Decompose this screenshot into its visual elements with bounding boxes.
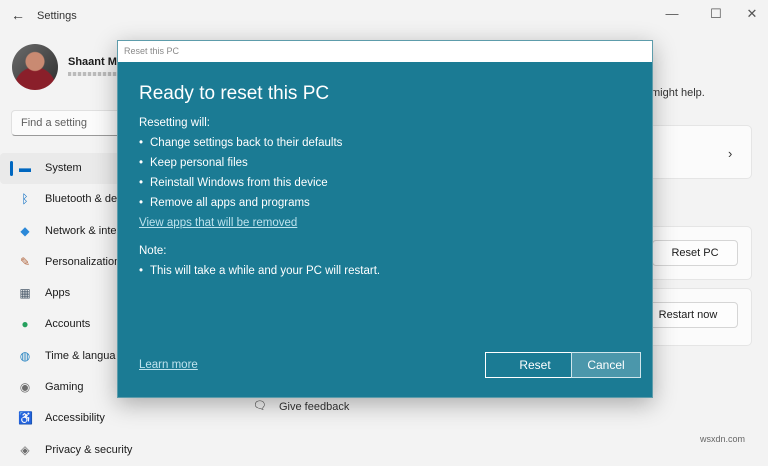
sidebar-item-bluetooth[interactable]: ᛒ Bluetooth & de: [0, 184, 130, 215]
sidebar-item-system[interactable]: ▬ System: [0, 153, 130, 185]
sidebar-item-label: Accessibility: [45, 412, 105, 425]
brush-icon: ✎: [19, 254, 31, 269]
user-name: Shaant M: [68, 56, 117, 68]
back-arrow-icon[interactable]: ←: [10, 7, 26, 23]
view-apps-link[interactable]: View apps that will be removed: [139, 217, 297, 229]
reset-button[interactable]: Reset: [485, 352, 585, 378]
minimize-icon[interactable]: —: [660, 4, 684, 24]
give-feedback-label: Give feedback: [279, 401, 350, 413]
sidebar-item-personalization[interactable]: ✎ Personalization: [0, 247, 130, 278]
note-bullet: • This will take a while and your PC will…: [139, 265, 381, 277]
resetting-will-label: Resetting will:: [139, 117, 210, 129]
feedback-icon: 🗨: [253, 400, 267, 412]
watermark: wsxdn.com: [700, 434, 746, 444]
bullet-item: • Reinstall Windows from this device: [139, 177, 328, 189]
avatar: [12, 44, 58, 90]
sidebar-item-label: System: [45, 162, 82, 174]
maximize-icon[interactable]: ☐: [704, 4, 728, 24]
sidebar-item-label: Personalization: [45, 255, 121, 268]
chevron-right-icon: ›: [728, 146, 733, 161]
sidebar-item-label: Accounts: [45, 318, 91, 331]
reset-pc-button[interactable]: Reset PC: [652, 240, 738, 266]
apps-icon: ▦: [19, 286, 31, 301]
sidebar-item-network[interactable]: ◆ Network & inte: [0, 216, 130, 247]
help-text: might help.: [651, 87, 705, 99]
shield-icon: ◈: [20, 442, 30, 457]
search-placeholder: Find a setting: [21, 117, 88, 129]
dialog-title: Reset this PC: [124, 46, 180, 56]
wifi-icon: ◆: [20, 223, 30, 238]
bullet-item: • Remove all apps and programs: [139, 197, 310, 209]
sidebar-item-label: Network & inte: [45, 224, 117, 237]
sidebar-nav: ▬ System ᛒ Bluetooth & de ◆ Network & in…: [0, 153, 133, 466]
sidebar-item-gaming[interactable]: ◉ Gaming: [0, 372, 130, 403]
monitor-icon: ▬: [19, 161, 31, 175]
person-icon: ●: [21, 317, 29, 332]
app-title: Settings: [37, 10, 77, 22]
restart-now-button[interactable]: Restart now: [638, 302, 738, 328]
learn-more-link[interactable]: Learn more: [139, 359, 198, 371]
note-label: Note:: [139, 245, 167, 257]
sidebar-item-apps[interactable]: ▦ Apps: [0, 278, 130, 309]
title-bar: ← Settings — ☐ ✕: [0, 0, 768, 34]
close-icon[interactable]: ✕: [740, 4, 764, 24]
sidebar-item-label: Privacy & security: [45, 443, 133, 456]
sidebar-item-label: Gaming: [45, 381, 84, 394]
sidebar-item-privacy-security[interactable]: ◈ Privacy & security: [0, 435, 133, 466]
accessibility-icon: ♿: [18, 411, 33, 426]
bluetooth-icon: ᛒ: [21, 192, 29, 207]
reset-pc-dialog: Reset this PC Ready to reset this PC Res…: [117, 40, 653, 398]
sidebar-item-accessibility[interactable]: ♿ Accessibility: [0, 403, 130, 434]
sidebar-item-accounts[interactable]: ● Accounts: [0, 309, 130, 340]
dialog-heading: Ready to reset this PC: [139, 83, 330, 104]
bullet-item: • Change settings back to their defaults: [139, 137, 343, 149]
sidebar-item-label: Time & langua: [45, 349, 116, 362]
sidebar-item-label: Apps: [45, 287, 71, 300]
sidebar-item-time-language[interactable]: ◍ Time & langua: [0, 341, 130, 372]
sidebar-item-label: Bluetooth & de: [45, 193, 118, 206]
dialog-title-bar: Reset this PC: [118, 41, 652, 62]
cancel-button[interactable]: Cancel: [571, 352, 641, 378]
gamepad-icon: ◉: [19, 380, 31, 395]
bullet-item: • Keep personal files: [139, 157, 248, 169]
globe-icon: ◍: [19, 348, 31, 363]
